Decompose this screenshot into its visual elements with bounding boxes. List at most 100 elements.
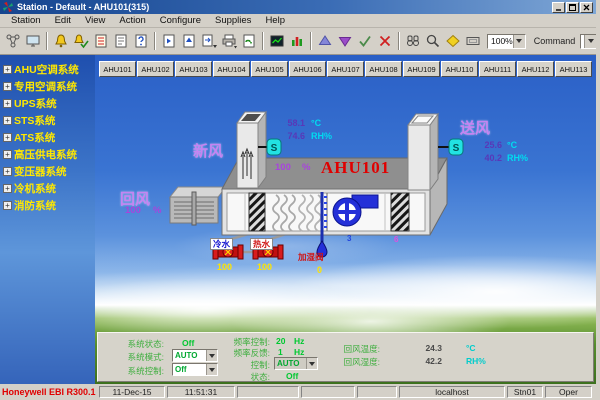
status-bar: Honeywell EBI R300.1 11-Dec-15 11:51:31 … bbox=[0, 384, 596, 399]
supply-air-duct[interactable] bbox=[408, 114, 438, 190]
sidebar-item-hv-power-system[interactable]: +高压供电系统 bbox=[0, 146, 95, 163]
find-button[interactable] bbox=[403, 31, 423, 51]
display-monitor-icon bbox=[25, 33, 41, 49]
lower-value-button[interactable] bbox=[335, 31, 355, 51]
return-air-grille[interactable] bbox=[170, 187, 226, 225]
raise-value-button[interactable] bbox=[315, 31, 335, 51]
window-title: Station - Default - AHU101(315) bbox=[17, 2, 551, 12]
menu-view[interactable]: View bbox=[78, 15, 112, 26]
expand-plus-icon[interactable]: + bbox=[3, 99, 12, 108]
alarm-acknowledge-button[interactable] bbox=[71, 31, 91, 51]
command-label: Command bbox=[534, 36, 576, 46]
status-empty-cell bbox=[237, 386, 299, 398]
associated-display-icon bbox=[201, 33, 217, 49]
toolbar-separator bbox=[310, 32, 312, 50]
fresh-damper-value: 100 bbox=[275, 162, 291, 173]
alarm-bell-button[interactable] bbox=[51, 31, 71, 51]
close-button[interactable] bbox=[580, 2, 593, 13]
fresh-air-duct[interactable] bbox=[237, 112, 266, 188]
sidebar-item-ups-system[interactable]: +UPS系统 bbox=[0, 95, 95, 112]
message-summary-button[interactable] bbox=[131, 31, 151, 51]
freq-feedback-unit: Hz bbox=[294, 347, 304, 357]
system-status-label: 系统状态: bbox=[116, 338, 164, 350]
freq-control-mode-select[interactable]: AUTO bbox=[274, 357, 318, 370]
sidebar-item-chiller-system[interactable]: +冷机系统 bbox=[0, 180, 95, 197]
sidebar-item-transformer-system[interactable]: +变压器系统 bbox=[0, 163, 95, 180]
toolbar-separator bbox=[398, 32, 400, 50]
menu-station[interactable]: Station bbox=[4, 15, 48, 26]
zoom-tool-icon bbox=[425, 33, 441, 49]
associated-display-button[interactable] bbox=[199, 31, 219, 51]
message-summary-icon bbox=[133, 33, 149, 49]
return-rh-unit: RH% bbox=[466, 356, 486, 366]
annotation-magenta-digit: 6 bbox=[394, 235, 398, 244]
freq-feedback-value: 1 bbox=[278, 347, 283, 357]
freq-control-value: 20 bbox=[276, 336, 285, 346]
find-icon bbox=[405, 33, 421, 49]
expand-plus-icon[interactable]: + bbox=[3, 116, 12, 125]
page-up-icon bbox=[181, 33, 197, 49]
sidebar-item-ahu-system[interactable]: +AHU空调系统 bbox=[0, 61, 95, 78]
minimize-button[interactable] bbox=[552, 2, 565, 13]
sidebar-item-ats-system[interactable]: +ATS系统 bbox=[0, 129, 95, 146]
page-up-button[interactable] bbox=[179, 31, 199, 51]
menu-help[interactable]: Help bbox=[258, 15, 292, 26]
menu-supplies[interactable]: Supplies bbox=[208, 15, 258, 26]
chevron-down-icon bbox=[206, 350, 217, 361]
clear-button[interactable] bbox=[375, 31, 395, 51]
print-button[interactable] bbox=[219, 31, 239, 51]
event-summary-button[interactable] bbox=[111, 31, 131, 51]
trend-icon bbox=[269, 33, 285, 49]
alarm-summary-button[interactable] bbox=[91, 31, 111, 51]
control-panel: 系统状态: Off 系统模式: AUTO 系统控制: Off 频率控制: 20 … bbox=[97, 332, 594, 382]
humidifier-label: 加湿阀 bbox=[298, 251, 324, 263]
sidebar-item-fire-system[interactable]: +消防系统 bbox=[0, 197, 95, 214]
humidifier-value: 0 bbox=[317, 265, 322, 275]
command-input[interactable] bbox=[580, 34, 597, 49]
page-back-icon bbox=[161, 33, 177, 49]
menu-action[interactable]: Action bbox=[112, 15, 152, 26]
expand-plus-icon[interactable]: + bbox=[3, 82, 12, 91]
menu-edit[interactable]: Edit bbox=[48, 15, 78, 26]
fresh-air-rh-unit: RH% bbox=[311, 131, 332, 141]
title-bar: Station - Default - AHU101(315) bbox=[0, 0, 596, 14]
return-rh-label: 回风湿度: bbox=[332, 356, 380, 368]
sidebar-item-dedicated-ac-system[interactable]: +专用空调系统 bbox=[0, 78, 95, 95]
brand-text: Honeywell EBI R300.1 bbox=[2, 386, 97, 398]
clear-icon bbox=[377, 33, 393, 49]
expand-plus-icon[interactable]: + bbox=[3, 201, 12, 210]
toolbar-separator bbox=[154, 32, 156, 50]
zoom-tool-button[interactable] bbox=[423, 31, 443, 51]
page-refresh-button[interactable] bbox=[239, 31, 259, 51]
accept-button[interactable] bbox=[355, 31, 375, 51]
zoom-select[interactable]: 100% bbox=[487, 34, 526, 49]
station-connect-button[interactable] bbox=[3, 31, 23, 51]
maximize-button[interactable] bbox=[566, 2, 579, 13]
app-icon bbox=[3, 2, 13, 12]
filter-icon bbox=[391, 193, 409, 231]
system-mode-select[interactable]: AUTO bbox=[172, 349, 218, 362]
expand-plus-icon[interactable]: + bbox=[3, 184, 12, 193]
system-control-select[interactable]: Off bbox=[172, 363, 218, 376]
expand-plus-icon[interactable]: + bbox=[3, 133, 12, 142]
navigation-diamond-button[interactable] bbox=[443, 31, 463, 51]
group-display-button[interactable] bbox=[287, 31, 307, 51]
sidebar-item-sts-system[interactable]: +STS系统 bbox=[0, 112, 95, 129]
menu-configure[interactable]: Configure bbox=[153, 15, 208, 26]
station-window: Station - Default - AHU101(315) Station … bbox=[0, 0, 600, 400]
expand-plus-icon[interactable]: + bbox=[3, 65, 12, 74]
expand-plus-icon[interactable]: + bbox=[3, 167, 12, 176]
svg-text:S: S bbox=[271, 143, 278, 154]
return-damper-unit: % bbox=[153, 205, 161, 216]
return-damper-value: 100 bbox=[125, 205, 141, 216]
pan-region-button[interactable] bbox=[463, 31, 483, 51]
chevron-down-icon bbox=[513, 35, 525, 48]
expand-plus-icon[interactable]: + bbox=[3, 150, 12, 159]
supply-air-temp-unit: °C bbox=[507, 140, 517, 150]
trend-button[interactable] bbox=[267, 31, 287, 51]
display-monitor-button[interactable] bbox=[23, 31, 43, 51]
fresh-air-rh-value: 74.6 bbox=[279, 131, 305, 141]
lower-value-icon bbox=[337, 33, 353, 49]
supply-air-sensor[interactable]: S bbox=[438, 139, 463, 155]
page-back-button[interactable] bbox=[159, 31, 179, 51]
